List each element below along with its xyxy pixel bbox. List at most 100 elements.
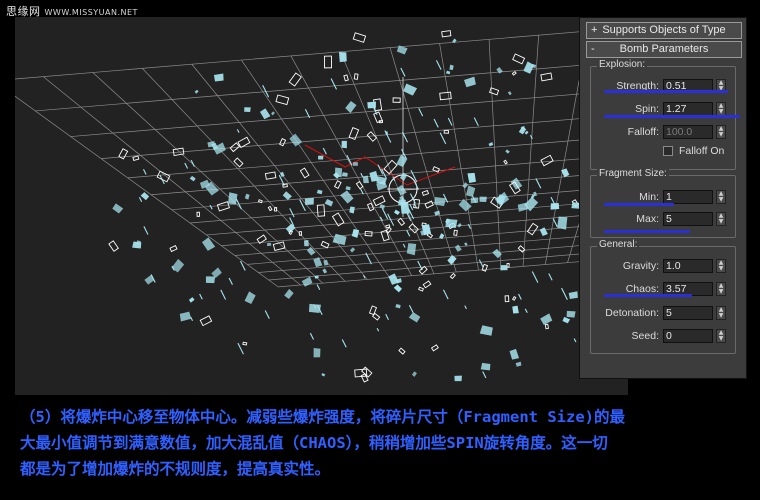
explosion-fragment (244, 107, 251, 113)
explosion-fragment-edge (381, 207, 389, 220)
explosion-fragment-outline (517, 245, 526, 253)
explosion-fragment-outline (424, 200, 434, 209)
explosion-fragment-edge (228, 277, 233, 285)
explosion-fragment (394, 209, 401, 215)
explosion-fragment (515, 361, 522, 367)
explosion-fragment-edge (439, 132, 447, 145)
explosion-fragment-outline (453, 229, 458, 236)
explosion-fragment (566, 310, 576, 318)
explosion-fragment-edge (346, 154, 353, 166)
explosion-fragment (267, 242, 272, 247)
explosion-fragment (345, 100, 357, 114)
explosion-fragment-edge (138, 196, 143, 202)
chaos-highlight-mark (604, 294, 692, 297)
explosion-fragment-edge (464, 305, 467, 310)
explosion-fragment-edge (220, 289, 227, 300)
explosion-fragment (395, 304, 401, 309)
explosion-fragment (479, 196, 487, 203)
general-group: General: Gravity: 1.0 ▲ ▼ Chaos: 3.57 ▲ ▼ … (590, 239, 737, 354)
seed-field[interactable]: 0 (663, 329, 713, 343)
falloff-on-label: Falloff On (679, 145, 725, 157)
explosion-fragment-outline (118, 148, 129, 160)
strength-highlight-mark (604, 90, 728, 93)
explosion-fragment-outline (449, 272, 456, 280)
explosion-fragment (379, 204, 385, 209)
explosion-fragment-edge (309, 332, 315, 340)
detonation-spinner[interactable]: ▲ ▼ (716, 306, 726, 320)
spin-spinner[interactable]: ▲ ▼ (716, 102, 726, 116)
gravity-field[interactable]: 1.0 (663, 259, 713, 273)
explosion-fragment (112, 203, 124, 214)
explosion-fragment-edge (482, 371, 487, 379)
explosion-fragment-outline (392, 97, 401, 103)
min-spinner[interactable]: ▲ ▼ (716, 190, 726, 204)
explosion-fragment-outline (397, 217, 406, 226)
explosion-fragment-outline (196, 211, 201, 217)
explosion-fragment-outline (132, 155, 140, 162)
watermark: 思缘网 WWW.MISSYUAN.NET (6, 3, 138, 19)
explosion-fragment-edge (142, 168, 147, 175)
explosion-fragment-outline (418, 286, 424, 292)
explosion-fragment (479, 325, 493, 336)
rollout-label: Bomb Parameters (619, 43, 709, 55)
explosion-fragment-edge (316, 284, 321, 290)
min-field[interactable]: 1 (663, 190, 713, 204)
command-panel: + Supports Objects of Type - Bomb Parame… (579, 17, 747, 379)
explosion-fragment-edge (363, 275, 366, 279)
explosion-fragment-outline (422, 280, 432, 289)
explosion-fragment-outline (504, 295, 510, 303)
explosion-fragment (351, 228, 360, 238)
grid-line (15, 95, 279, 288)
explosion-fragment (313, 347, 321, 358)
explosion-fragment-outline (481, 263, 489, 272)
explosion-fragment (454, 244, 462, 252)
viewport-scene (15, 27, 628, 383)
explosion-fragment-outline (383, 159, 398, 175)
falloff-spinner[interactable]: ▲ ▼ (716, 125, 726, 139)
max-spinner[interactable]: ▲ ▼ (716, 212, 726, 226)
explosion-fragment-outline (333, 180, 342, 189)
chaos-spinner[interactable]: ▲ ▼ (716, 282, 726, 296)
explosion-fragment-outline (398, 347, 406, 355)
falloff-field[interactable]: 100.0 (663, 125, 713, 139)
rollout-supports-objects[interactable]: + Supports Objects of Type (586, 22, 742, 39)
explosion-fragment (179, 311, 192, 322)
explosion-fragment (341, 172, 348, 177)
explosion-fragment (492, 248, 502, 259)
gravity-spinner[interactable]: ▲ ▼ (716, 259, 726, 273)
grid-line (241, 59, 390, 278)
explosion-fragment (259, 108, 271, 120)
explosion-fragment-outline (242, 341, 248, 346)
rollout-label: Supports Objects of Type (602, 24, 726, 36)
rollout-bomb-parameters[interactable]: - Bomb Parameters (586, 41, 742, 58)
explosion-fragment-edge (264, 310, 270, 319)
explosion-fragment-edge (209, 204, 213, 210)
explosion-fragment-outline (320, 240, 330, 249)
max-field[interactable]: 5 (663, 212, 713, 226)
explosion-fragment (189, 175, 196, 182)
explosion-fragment (324, 198, 334, 207)
explosion-group: Explosion: Strength: 0.51 ▲ ▼ Spin: 1.27 … (590, 59, 736, 170)
explosion-fragment-edge (435, 60, 442, 70)
explosion-fragment-outline (288, 72, 302, 87)
seed-param: Seed: 0 ▲ ▼ (591, 329, 737, 344)
explosion-fragment-edge (289, 208, 295, 218)
detonation-field[interactable]: 5 (663, 306, 713, 320)
falloff-on-checkbox[interactable] (663, 146, 673, 156)
tutorial-caption: （5）将爆炸中心移至物体中心。减弱些爆炸强度，将碎片尺寸（Fragment Si… (20, 404, 750, 482)
perspective-viewport[interactable] (15, 17, 628, 395)
explosion-fragment-edge (535, 178, 542, 189)
seed-spinner[interactable]: ▲ ▼ (716, 329, 726, 343)
grid-line (221, 212, 610, 247)
explosion-fragment-edge (409, 193, 416, 204)
explosion-fragment-outline (343, 74, 349, 82)
caption-line-3: 都是为了增加爆炸的不规则度，提高真实性。 (20, 460, 331, 478)
explosion-fragment (465, 185, 476, 197)
explosion-fragment (463, 76, 476, 88)
explosion-fragment-edge (573, 338, 577, 343)
explosion-fragment (403, 83, 418, 96)
spin-highlight-mark (604, 115, 740, 118)
spin-field[interactable]: 1.27 (663, 102, 713, 116)
explosion-fragment-outline (267, 205, 273, 212)
explosion-fragment (507, 91, 512, 96)
